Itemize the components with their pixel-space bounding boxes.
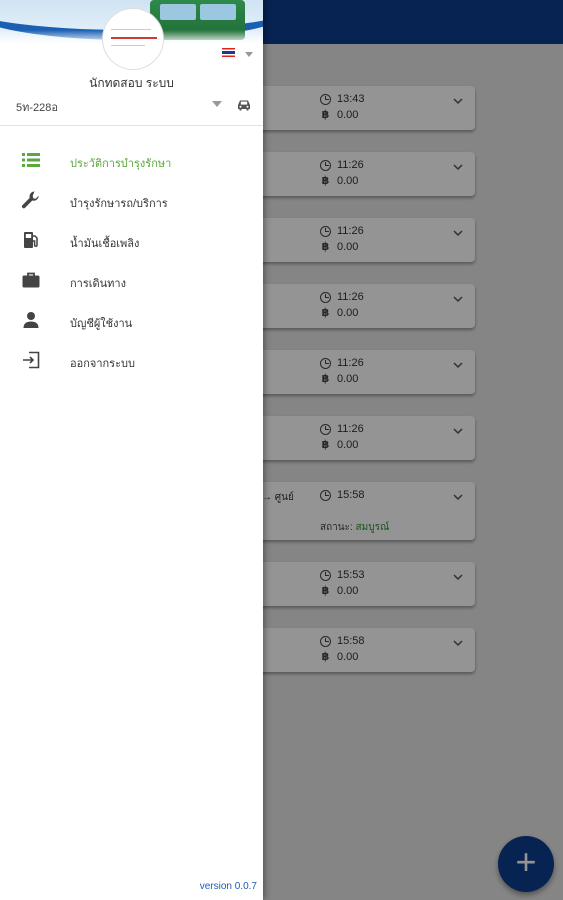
vehicle-select[interactable]: 5ท-228อ: [16, 98, 58, 116]
list-icon: [22, 153, 40, 167]
user-name: นักทดสอบ ระบบ: [89, 76, 174, 90]
thai-flag-icon[interactable]: [222, 48, 235, 57]
drawer-menu: ประวัติการบำรุงรักษา บำรุงรักษารถ/บริการ…: [0, 140, 263, 380]
avatar[interactable]: [102, 8, 164, 70]
navigation-drawer: นักทดสอบ ระบบ 5ท-228อ ประวัติการบำรุงรัก…: [0, 0, 263, 900]
menu-item-label: บัญชีผู้ใช้งาน: [70, 318, 133, 330]
menu-item-fuel[interactable]: น้ำมันเชื้อเพลิง: [0, 220, 263, 260]
menu-item-logout[interactable]: ออกจากระบบ: [0, 340, 263, 380]
menu-item-trips[interactable]: การเดินทาง: [0, 260, 263, 300]
vehicle-caret-icon[interactable]: [212, 101, 222, 107]
menu-item-maintenance-history[interactable]: ประวัติการบำรุงรักษา: [0, 140, 263, 180]
menu-item-label: บำรุงรักษารถ/บริการ: [70, 198, 168, 210]
menu-item-vehicle-service[interactable]: บำรุงรักษารถ/บริการ: [0, 180, 263, 220]
fuel-icon: [24, 232, 38, 248]
menu-item-user-account[interactable]: บัญชีผู้ใช้งาน: [0, 300, 263, 340]
wrench-icon: [21, 191, 39, 209]
logout-icon: [23, 351, 40, 369]
briefcase-icon: [22, 272, 40, 288]
app-version: version 0.0.7: [199, 881, 257, 892]
menu-item-label: น้ำมันเชื้อเพลิง: [70, 238, 140, 250]
drawer-header: นักทดสอบ ระบบ 5ท-228อ: [0, 0, 263, 126]
person-icon: [23, 312, 39, 328]
language-caret-icon[interactable]: [245, 52, 253, 57]
car-icon: [238, 100, 250, 111]
menu-item-label: การเดินทาง: [70, 278, 126, 290]
menu-item-label: ออกจากระบบ: [70, 358, 135, 370]
menu-item-label: ประวัติการบำรุงรักษา: [70, 158, 172, 170]
app-root: 13:43 ฿ 0.00 11:26 ฿ 0.00 11:26 ฿ 0.00 11:2…: [0, 0, 563, 900]
